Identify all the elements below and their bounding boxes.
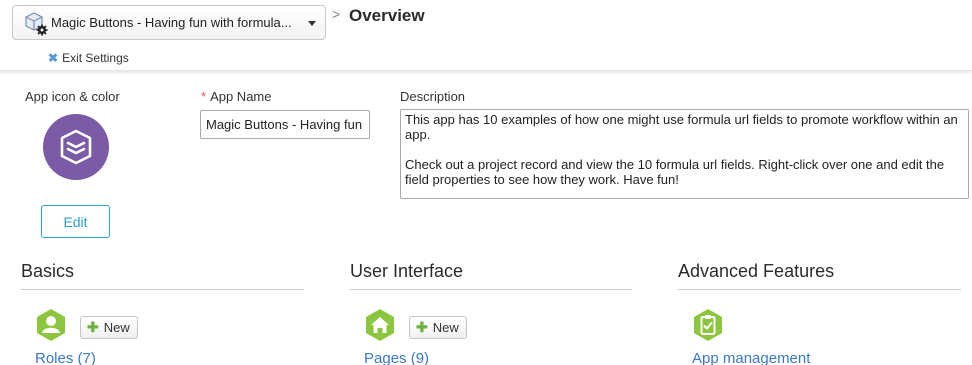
new-role-button[interactable]: ✚ New: [80, 316, 138, 339]
breadcrumb-separator: >: [332, 6, 341, 22]
description-textarea[interactable]: This app has 10 examples of how one migh…: [400, 109, 969, 199]
app-name-label-text: App Name: [210, 89, 272, 104]
app-name-label: * App Name: [201, 89, 271, 104]
pages-link[interactable]: Pages (9): [364, 350, 429, 365]
plus-icon: ✚: [416, 319, 428, 335]
new-role-label: New: [103, 320, 130, 335]
new-page-button[interactable]: ✚ New: [409, 316, 467, 339]
home-icon: [364, 308, 396, 342]
exit-settings-label: Exit Settings: [62, 51, 129, 65]
advanced-features-divider: [678, 289, 961, 290]
close-icon: ✖: [48, 51, 59, 65]
exit-settings-link[interactable]: ✖ Exit Settings: [48, 51, 129, 65]
app-settings-icon: [23, 11, 51, 37]
basics-divider: [21, 289, 304, 290]
app-selector-label: Magic Buttons - Having fun with formula.…: [51, 15, 292, 30]
required-marker: *: [201, 89, 207, 104]
app-name-input[interactable]: [200, 110, 370, 139]
description-label: Description: [400, 89, 466, 104]
plus-icon: ✚: [87, 319, 99, 335]
page-title: Overview: [349, 6, 425, 25]
user-interface-section-title: User Interface: [350, 261, 464, 281]
new-page-label: New: [432, 320, 459, 335]
basics-section-title: Basics: [21, 261, 75, 281]
app-cube-icon: [60, 129, 92, 165]
app-icon-preview[interactable]: [43, 114, 109, 180]
app-selector-dropdown[interactable]: Magic Buttons - Having fun with formula.…: [12, 5, 326, 40]
chevron-down-icon: [308, 21, 316, 26]
description-paragraph-1: This app has 10 examples of how one migh…: [405, 112, 958, 142]
user-icon: [35, 308, 67, 342]
edit-icon-button[interactable]: Edit: [41, 205, 110, 238]
clipboard-check-icon: [692, 308, 724, 342]
description-paragraph-2: Check out a project record and view the …: [405, 157, 945, 187]
settings-header: Magic Buttons - Having fun with formula.…: [0, 0, 972, 71]
app-management-link[interactable]: App management: [692, 350, 810, 365]
advanced-features-section-title: Advanced Features: [678, 261, 835, 281]
user-interface-divider: [350, 289, 632, 290]
app-icon-label: App icon & color: [25, 89, 120, 104]
roles-link[interactable]: Roles (7): [35, 350, 96, 365]
